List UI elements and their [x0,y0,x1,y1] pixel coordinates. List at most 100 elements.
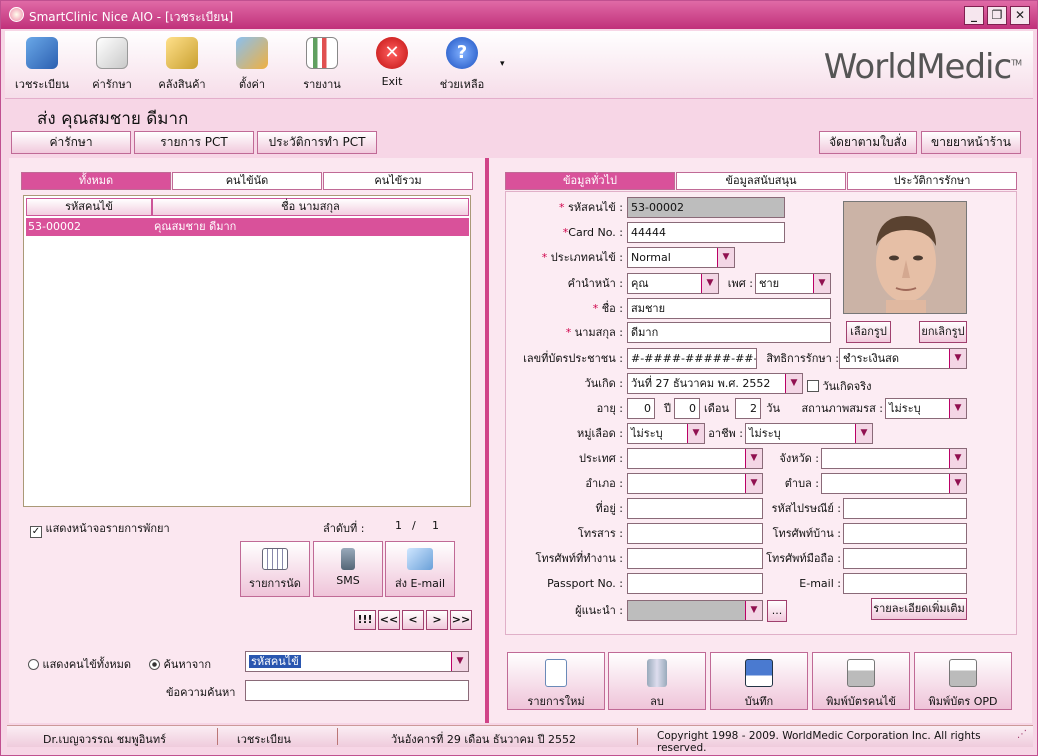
chevron-down-icon: ▼ [813,274,830,293]
nav-first-button[interactable]: << [378,610,400,630]
chevron-down-icon: ▼ [745,474,762,493]
resize-grip-icon[interactable]: ⋰ [1017,729,1027,740]
table-row[interactable]: 53-00002 คุณสมชาย ดีมาก [26,218,469,236]
fees-button[interactable]: ค่ารักษา [11,131,131,154]
marital-status-select[interactable]: ไม่ระบุ ▼ [885,398,967,419]
age-month-input[interactable]: 0 [674,398,700,419]
status-separator [637,728,638,745]
status-date: วันอังคารที่ 29 เดือน ธันวาคม ปี 2552 [391,733,577,746]
toolbar-exit[interactable]: ✕ Exit [357,37,427,95]
pct-history-button[interactable]: ประวัติการทำ PCT [257,131,377,154]
occupation-select[interactable]: ไม่ระบุ ▼ [745,423,873,444]
radio-show-all[interactable]: แสดงคนไข้ทั้งหมด [28,655,131,673]
print-opd-card-button[interactable]: พิมพ์บัตร OPD [914,652,1012,710]
nav-mark-button[interactable]: !!! [354,610,376,630]
mobile-input[interactable] [843,548,967,569]
tab-appointment[interactable]: คนไข้นัด [172,172,322,190]
restore-button[interactable]: ❐ [987,6,1007,25]
hn-input[interactable]: 53-00002 [627,197,785,218]
status-bar: Dr.เบญจวรรณ ชมพูอินทร์ เวชระเบียน วันอัง… [7,725,1033,754]
new-record-button[interactable]: รายการใหม่ [507,652,605,710]
patient-list[interactable]: รหัสคนไข้ ชื่อ นามสกุล 53-00002 คุณสมชาย… [23,195,471,507]
new-document-icon [545,659,567,687]
tab-all-patients[interactable]: คนไข้รวม [323,172,473,190]
card-input[interactable]: 44444 [627,222,785,243]
passport-input[interactable] [627,573,763,594]
send-email-button[interactable]: ส่ง E-mail [385,541,455,597]
tab-support-info[interactable]: ข้อมูลสนับสนุน [676,172,846,190]
chevron-down-icon: ▼ [949,349,966,368]
window-title: SmartClinic Nice AIO - [เวชระเบียน] [29,10,234,24]
title-bar: SmartClinic Nice AIO - [เวชระเบียน] _ ❐ … [1,1,1037,29]
age-year-input[interactable]: 0 [627,398,655,419]
print-patient-card-button[interactable]: พิมพ์บัตรคนไข้ [812,652,910,710]
last-name-input[interactable]: ดีมาก [627,322,831,343]
birth-date-picker[interactable]: วันที่ 27 ธันวาคม พ.ศ. 2552 ▼ [627,373,803,394]
email-input[interactable] [843,573,967,594]
tab-treatment-history[interactable]: ประวัติการรักษา [847,172,1017,190]
search-field-select[interactable]: รหัสคนไข้ ▼ [245,651,469,672]
report-icon [306,37,338,69]
radio-search-by[interactable]: ค้นหาจาก [149,655,211,673]
select-photo-button[interactable]: เลือกรูป [846,321,891,343]
retail-button[interactable]: ขายยาหน้าร้าน [921,131,1021,154]
real-birthdate-checkbox[interactable]: วันเกิดจริง [807,377,871,395]
show-waiting-checkbox[interactable]: ✓ แสดงหน้าจอรายการพักยา [30,519,170,538]
tab-general-info[interactable]: ข้อมูลทั่วไป [505,172,675,190]
patient-type-select[interactable]: Normal ▼ [627,247,735,268]
toolbar-medical-record[interactable]: เวชระเบียน [7,37,77,95]
toolbar-overflow-icon[interactable]: ▾ [500,59,505,69]
phone-work-input[interactable] [627,548,763,569]
id-card-input[interactable]: #-####-#####-##-# [627,348,757,369]
appointment-list-button[interactable]: รายการนัด [240,541,310,597]
province-select[interactable]: ▼ [821,448,967,469]
prefix-select[interactable]: คุณ ▼ [627,273,719,294]
search-keyword-input[interactable] [245,680,469,701]
tab-all[interactable]: ทั้งหมด [21,172,171,190]
zip-input[interactable] [843,498,967,519]
cancel-photo-button[interactable]: ยกเลิกรูป [919,321,967,343]
close-button[interactable]: ✕ [1010,6,1030,25]
chevron-down-icon: ▼ [745,449,762,468]
mobile-label: โทรศัพท์มือถือ : [766,552,841,565]
toolbar-inventory[interactable]: คลังสินค้า [147,37,217,95]
column-header-hn[interactable]: รหัสคนไข้ [26,198,152,216]
inventory-icon [166,37,198,69]
toolbar-fees[interactable]: ค่ารักษา [77,37,147,95]
toolbar-settings[interactable]: ตั้งค่า [217,37,287,95]
country-select[interactable]: ▼ [627,448,763,469]
referrer-label: ผู้แนะนำ : [575,604,623,617]
nav-last-button[interactable]: >> [450,610,472,630]
blood-group-select[interactable]: ไม่ระบุ ▼ [627,423,705,444]
column-header-name[interactable]: ชื่อ นามสกุล [152,198,469,216]
toolbar-help[interactable]: ? ช่วยเหลือ [427,37,497,95]
dispense-button[interactable]: จัดยาตามใบสั่ง [819,131,917,154]
fax-input[interactable] [627,523,763,544]
status-separator [337,728,338,745]
subdistrict-select[interactable]: ▼ [821,473,967,494]
app-window: SmartClinic Nice AIO - [เวชระเบียน] _ ❐ … [0,0,1038,756]
mobile-phone-icon [341,548,355,570]
minimize-button[interactable]: _ [964,6,984,25]
sms-button[interactable]: SMS [313,541,383,597]
order-current: 1 [395,519,402,532]
order-total: 1 [432,519,439,532]
prefix-label: คำนำหน้า : [567,277,623,290]
pct-list-button[interactable]: รายการ PCT [134,131,254,154]
delete-button[interactable]: ลบ [608,652,706,710]
toolbar-report[interactable]: รายงาน [287,37,357,95]
district-select[interactable]: ▼ [627,473,763,494]
age-day-input[interactable]: 2 [735,398,761,419]
phone-home-input[interactable] [843,523,967,544]
address-input[interactable] [627,498,763,519]
more-detail-button[interactable]: รายละเอียดเพิ่มเติม [871,598,967,620]
save-button[interactable]: บันทึก [710,652,808,710]
referrer-select[interactable]: ▼ [627,600,763,621]
nav-next-button[interactable]: > [426,610,448,630]
treatment-right-select[interactable]: ชำระเงินสด ▼ [839,348,967,369]
referrer-browse-button[interactable]: ... [767,600,787,622]
nav-prev-button[interactable]: < [402,610,424,630]
first-name-input[interactable]: สมชาย [627,298,831,319]
panel-divider[interactable] [485,158,489,723]
sex-select[interactable]: ชาย ▼ [755,273,831,294]
